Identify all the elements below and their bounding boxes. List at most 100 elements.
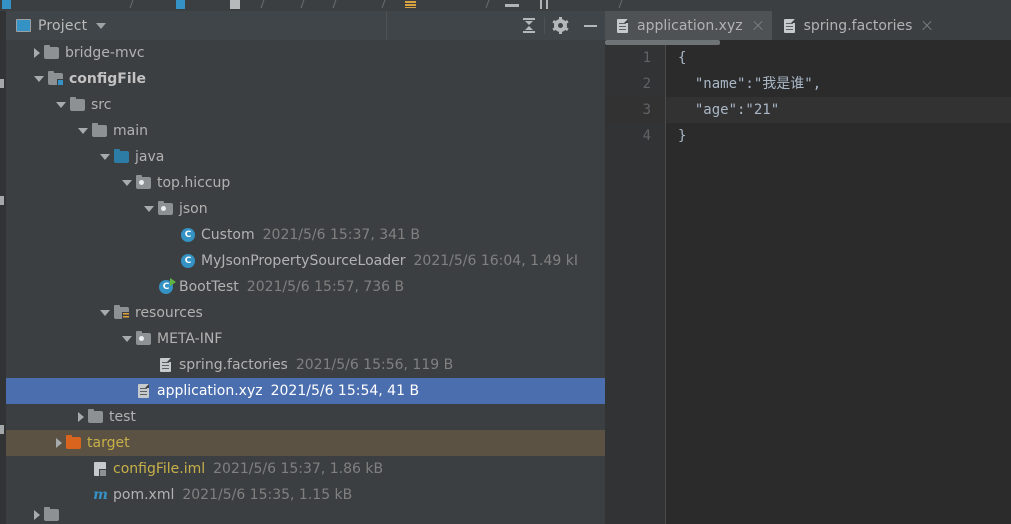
chevron-down-icon[interactable] (78, 128, 88, 134)
file-icon (136, 383, 152, 399)
tree-node-label: pom.xml (113, 487, 175, 503)
tree-node-meta: 2021/5/6 15:56, 119 B (295, 357, 454, 373)
editor-tab[interactable]: application.xyz (605, 11, 772, 40)
project-panel-header: Project (6, 11, 605, 40)
toolbar-fragment-doc-icon[interactable] (230, 0, 240, 9)
tree-node-label: main (113, 123, 148, 139)
tree-row[interactable]: main (6, 118, 605, 144)
tree-node-label: test (109, 409, 136, 425)
toolbar-fragment-divider7-icon (618, 0, 623, 8)
chevron-right-icon[interactable] (34, 510, 40, 520)
close-icon[interactable] (752, 20, 764, 32)
project-title-group[interactable]: Project (6, 18, 107, 34)
editor-code[interactable]: { "name":"我是谁", "age":"21"} (666, 45, 1011, 524)
tree-row[interactable]: top.hiccup (6, 170, 605, 196)
tree-row[interactable]: resources (6, 300, 605, 326)
code-line[interactable]: "name":"我是谁", (666, 71, 1011, 97)
settings-button[interactable] (545, 11, 575, 40)
toolbar-fragment-pipe2-icon[interactable] (546, 0, 548, 9)
tree-node-label: META-INF (157, 331, 223, 347)
tree-row[interactable]: configFile (6, 66, 605, 92)
tree-row[interactable]: META-INF (6, 326, 605, 352)
chevron-right-icon[interactable] (56, 438, 62, 448)
chevron-down-icon[interactable] (34, 76, 44, 82)
editor-body[interactable]: 1 2 3 4 { "name":"我是谁", "age":"21"} (605, 40, 1011, 524)
project-tree[interactable]: bridge-mvc configFile src main java top.hiccu… (6, 40, 605, 524)
tree-node-meta: 2021/5/6 15:54, 41 B (270, 383, 420, 399)
tree-node-label: application.xyz (157, 383, 263, 399)
hide-panel-button[interactable] (575, 11, 605, 40)
tree-row[interactable]: C MyJsonPropertySourceLoader 2021/5/6 16:0… (6, 248, 605, 274)
java-class-icon: C (180, 253, 196, 269)
editor-tab-bar[interactable]: application.xyz spring.factories (605, 11, 1011, 40)
folder-grey-icon (70, 97, 86, 113)
editor-tab-label: application.xyz (637, 17, 743, 34)
file-icon (615, 18, 631, 34)
iml-file-icon (92, 461, 108, 477)
package-icon (136, 175, 152, 191)
line-number: 4 (642, 128, 651, 144)
chevron-down-icon[interactable] (96, 22, 107, 29)
toolbar-fragment-bars-icon[interactable] (405, 1, 416, 8)
tree-node-meta: 2021/5/6 15:35, 1.15 kB (182, 487, 353, 503)
chevron-down-icon[interactable] (144, 206, 154, 212)
toolbar-fragment-dash-icon[interactable] (505, 4, 519, 7)
code-line[interactable]: "age":"21" (666, 97, 1011, 123)
close-icon[interactable] (921, 20, 933, 32)
toolbar-fragment-divider3-icon (300, 0, 305, 8)
minimize-icon (583, 24, 597, 27)
toolbar-fragment-pipe-icon[interactable] (540, 0, 542, 9)
code-line[interactable]: } (666, 123, 1011, 149)
left-strip-marker-2 (0, 196, 4, 205)
file-icon (158, 357, 174, 373)
folder-grey-icon (88, 409, 104, 425)
tree-row[interactable]: C Custom 2021/5/6 15:37, 341 B (6, 222, 605, 248)
tree-row[interactable]: C BootTest 2021/5/6 15:57, 736 B (6, 274, 605, 300)
tree-row[interactable]: application.xyz 2021/5/6 15:54, 41 B (6, 378, 605, 404)
chevron-down-icon[interactable] (56, 102, 66, 108)
tree-row[interactable]: m pom.xml 2021/5/6 15:35, 1.15 kB (6, 482, 605, 508)
tree-row[interactable]: src (6, 92, 605, 118)
gear-icon (551, 17, 569, 34)
line-number: 3 (642, 102, 651, 118)
folder-grey-icon (92, 123, 108, 139)
chevron-right-icon[interactable] (34, 48, 40, 58)
toolbar-fragment-divider6-icon (485, 0, 490, 8)
collapse-all-button[interactable] (514, 11, 544, 40)
tree-node-label: java (135, 149, 165, 165)
editor-gutter[interactable]: 1 2 3 4 (605, 45, 665, 524)
tree-row[interactable]: bridge-mvc (6, 40, 605, 66)
caret-line-gutter-highlight (605, 97, 665, 123)
tree-row[interactable]: configFile.iml 2021/5/6 15:37, 1.86 kB (6, 456, 605, 482)
chevron-down-icon[interactable] (100, 310, 110, 316)
tree-row[interactable]: target (6, 430, 605, 456)
chevron-down-icon[interactable] (100, 154, 110, 160)
line-number: 2 (642, 76, 651, 92)
tree-row[interactable]: test (6, 404, 605, 430)
toolbar-fragment-square-icon[interactable] (2, 0, 11, 9)
editor-tab[interactable]: spring.factories (772, 11, 942, 40)
collapse-all-icon (522, 18, 536, 33)
tree-node-meta: 2021/5/6 15:57, 736 B (246, 279, 405, 295)
folder-grey-icon (44, 45, 60, 61)
chevron-down-icon[interactable] (122, 180, 132, 186)
project-tool-window: Project bridge-mvc configFile src main j… (6, 11, 605, 524)
tree-row[interactable]: java (6, 144, 605, 170)
code-line[interactable]: { (666, 45, 1011, 71)
ide-window: Project bridge-mvc configFile src main j… (0, 0, 1011, 524)
toolbar-fragment-square2-icon[interactable] (176, 0, 185, 9)
tree-node-meta: 2021/5/6 15:37, 341 B (262, 227, 420, 243)
chevron-down-icon[interactable] (122, 336, 132, 342)
project-view-icon (16, 19, 31, 32)
tree-row[interactable] (6, 507, 605, 522)
tree-row[interactable]: spring.factories 2021/5/6 15:56, 119 B (6, 352, 605, 378)
chevron-right-icon[interactable] (78, 412, 84, 422)
tree-row[interactable]: json (6, 196, 605, 222)
java-class-icon: C (180, 227, 196, 243)
line-number: 1 (642, 50, 651, 66)
